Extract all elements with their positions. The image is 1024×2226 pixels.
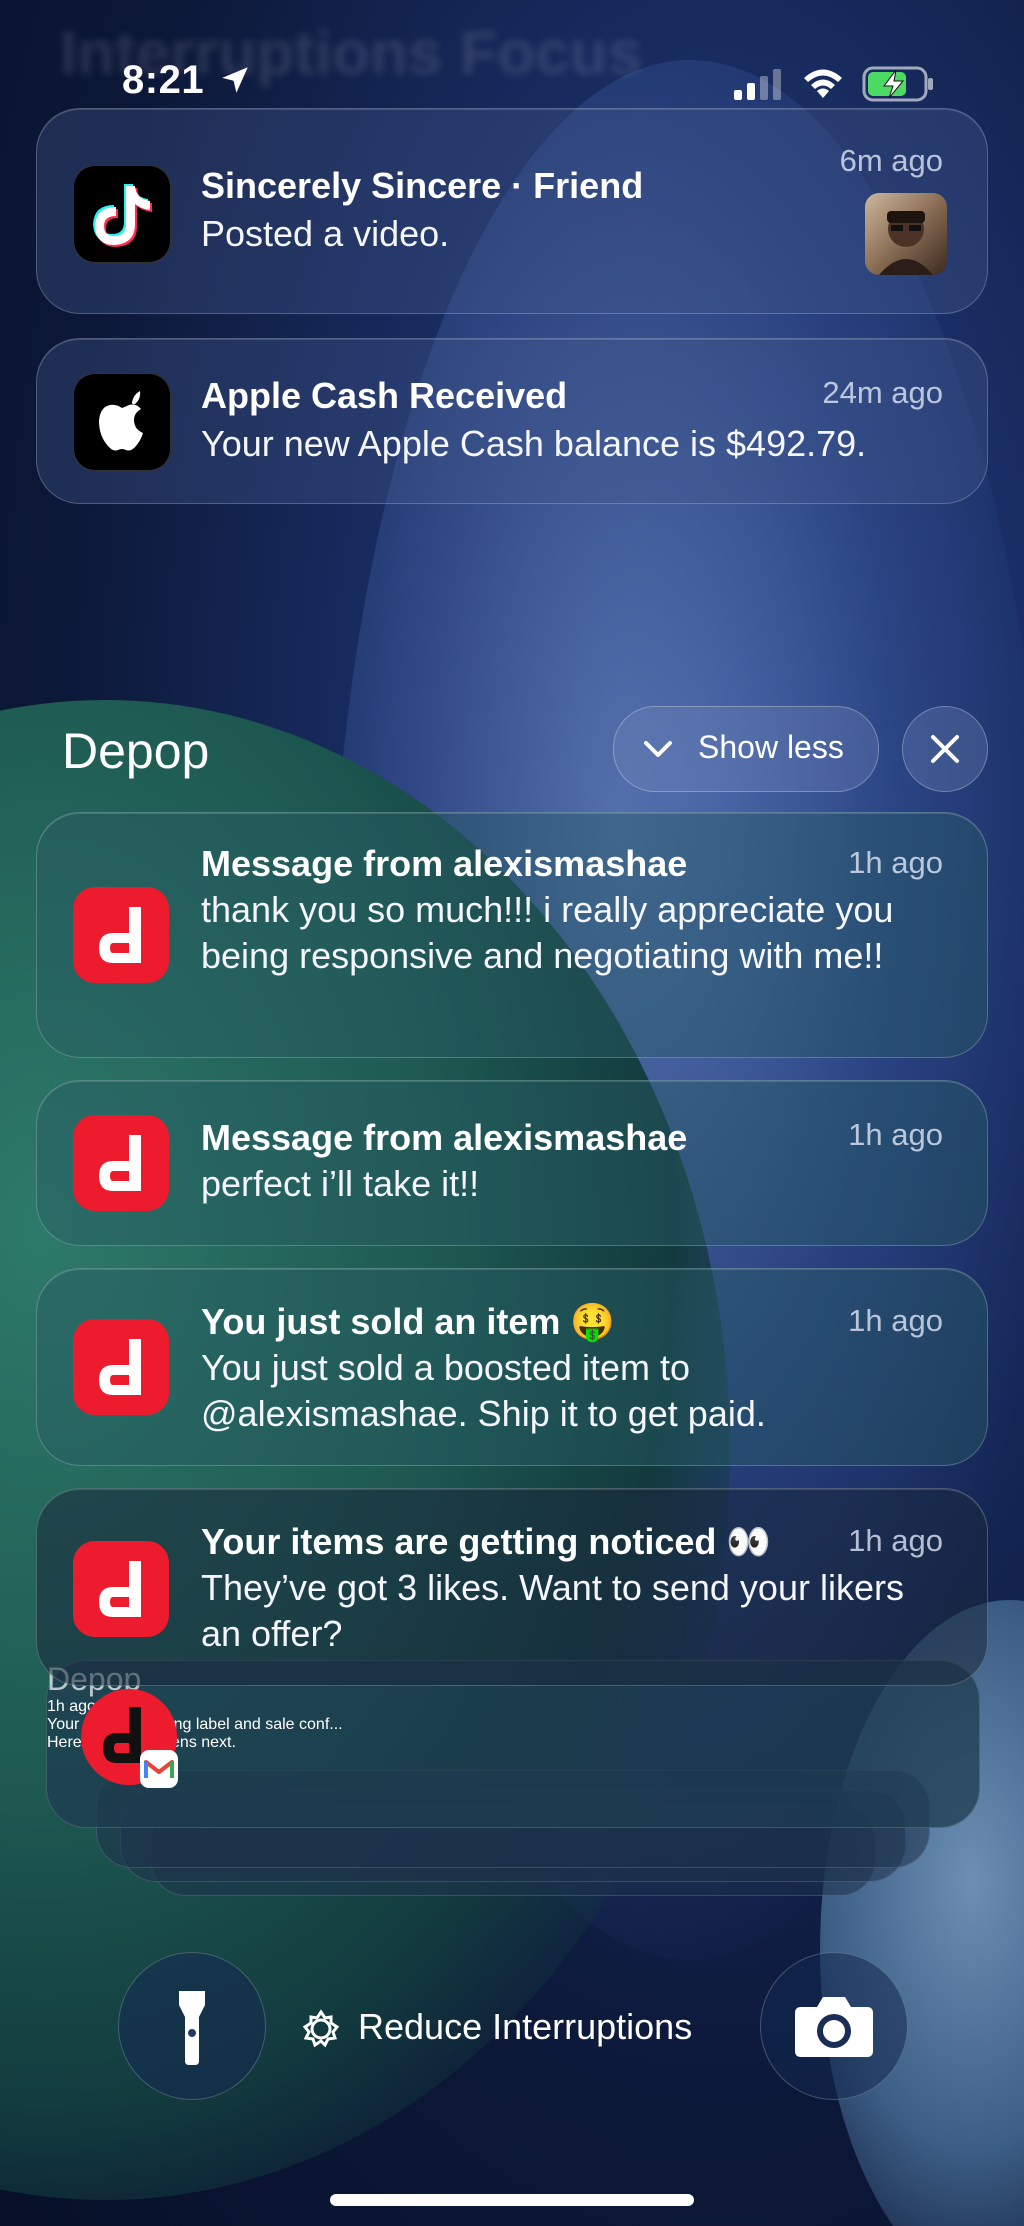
home-indicator[interactable]	[330, 2194, 694, 2206]
notification-title: Your USPS shipping label and sale conf..…	[47, 1716, 343, 1733]
reduce-interruptions-focus-icon	[302, 2009, 340, 2048]
gmail-icon	[140, 1750, 178, 1788]
notification-time: 1h ago	[848, 845, 943, 880]
group-title: Depop	[62, 723, 210, 779]
wifi-icon	[804, 69, 842, 98]
notification-time: 1h ago	[848, 1117, 943, 1152]
notification-depop-message-1[interactable]: Message from alexismashae thank you so m…	[36, 812, 988, 1058]
notification-body: Posted a video.	[201, 213, 450, 254]
camera-button[interactable]	[760, 1952, 908, 2100]
notification-depop-message-2[interactable]: Message from alexismashae perfect i’ll t…	[36, 1080, 988, 1246]
status-time: 8:21	[122, 58, 205, 102]
notification-title: You just sold an item 🤑	[201, 1301, 616, 1342]
close-icon	[931, 735, 959, 763]
notification-time: 1h ago	[848, 1523, 943, 1558]
tiktok-icon	[73, 165, 171, 263]
notification-apple-cash[interactable]: Apple Cash Received Your new Apple Cash …	[36, 338, 988, 504]
notification-depop-likes[interactable]: Your items are getting noticed 👀 They’ve…	[36, 1488, 988, 1686]
notification-title: Sincerely Sincere · Friend	[201, 165, 644, 206]
location-arrow-icon	[222, 67, 248, 93]
show-less-button[interactable]: Show less	[613, 706, 879, 792]
notification-depop-sold[interactable]: You just sold an item 🤑 You just sold a …	[36, 1268, 988, 1466]
status-bar: 8:21	[0, 0, 1024, 120]
notification-title: Apple Cash Received	[201, 375, 568, 416]
flashlight-button[interactable]	[118, 1952, 266, 2100]
depop-icon	[73, 1319, 169, 1415]
camera-icon	[795, 1997, 873, 2057]
depop-icon	[73, 1115, 169, 1211]
notification-time: 1h ago	[47, 1698, 96, 1715]
chevron-down-icon	[644, 741, 672, 757]
notification-body: They’ve got 3 likes. Want to send your l…	[201, 1567, 904, 1654]
notification-time: 1h ago	[848, 1303, 943, 1338]
notification-body: perfect i’ll take it!!	[201, 1163, 480, 1204]
notification-body: Your new Apple Cash balance is $492.79.	[201, 423, 867, 464]
battery-charging-icon	[862, 66, 933, 102]
notification-title: Message from alexismashae	[201, 843, 688, 884]
depop-icon	[73, 887, 169, 983]
apple-wallet-icon	[73, 373, 171, 471]
focus-mode-label: Reduce Interruptions	[358, 2006, 693, 2047]
notification-title: Message from alexismashae	[201, 1117, 688, 1158]
clear-group-button[interactable]	[902, 706, 988, 792]
flashlight-icon	[179, 1991, 205, 2065]
notification-time: 24m ago	[822, 375, 943, 410]
notification-body: thank you so much!!! i really appreciate…	[201, 889, 894, 976]
cellular-signal-icon	[734, 69, 781, 100]
show-less-label: Show less	[698, 729, 844, 765]
notification-title: Your items are getting noticed 👀	[201, 1521, 772, 1562]
depop-icon	[73, 1541, 169, 1637]
video-thumbnail	[865, 193, 947, 275]
notification-time: 6m ago	[839, 143, 943, 178]
notification-tiktok[interactable]: Sincerely Sincere · Friend Posted a vide…	[36, 108, 988, 314]
notification-body: Here's what happens next.	[47, 1734, 236, 1751]
notification-body: You just sold a boosted item to @alexism…	[201, 1347, 766, 1434]
